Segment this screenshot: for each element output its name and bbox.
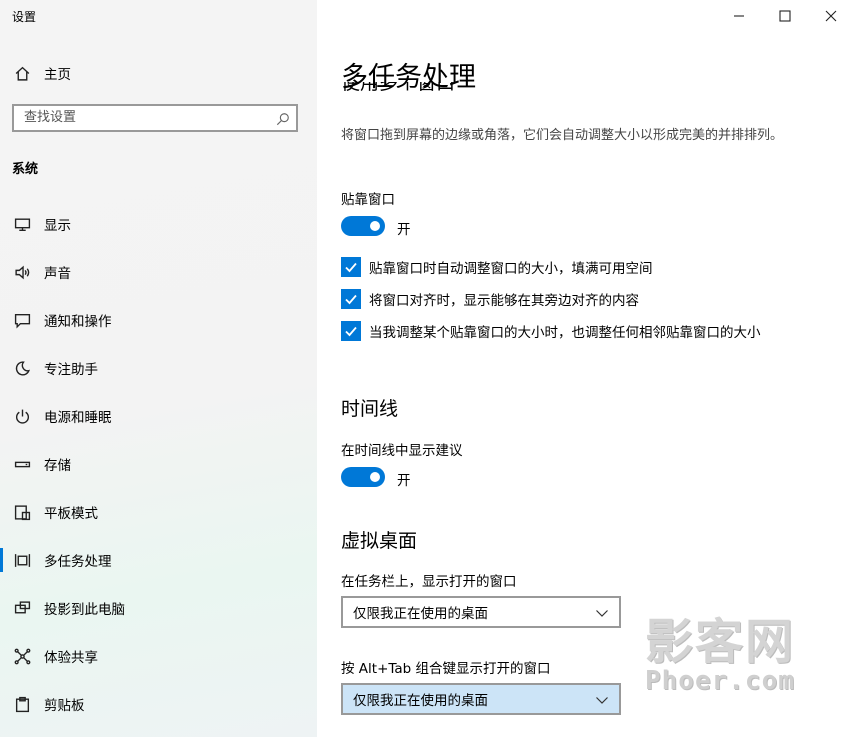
sidebar-item-label: 投影到此电脑 [44, 602, 125, 618]
sidebar-item-label: 显示 [44, 218, 71, 234]
timeline-label: 在时间线中显示建议 [341, 443, 463, 459]
timeline-toggle[interactable] [341, 467, 385, 487]
snap-toggle[interactable] [341, 216, 385, 236]
sidebar-item-notifications[interactable]: 通知和操作 [0, 300, 317, 340]
snap-option-show-next[interactable]: 将窗口对齐时，显示能够在其旁边对齐的内容 [341, 289, 639, 309]
close-button[interactable] [808, 0, 854, 32]
checkmark-icon [345, 294, 357, 305]
power-icon [12, 408, 32, 425]
snap-option-fill[interactable]: 贴靠窗口时自动调整窗口的大小，填满可用空间 [341, 257, 653, 277]
close-icon [825, 10, 837, 22]
sidebar-item-shared-experiences[interactable]: 体验共享 [0, 636, 317, 676]
section-label: 系统 [12, 162, 39, 177]
sidebar-item-label: 存储 [44, 458, 71, 474]
sidebar-item-label: 电源和睡眠 [44, 410, 112, 426]
home-icon [12, 65, 32, 82]
checkmark-icon [345, 262, 357, 273]
tablet-icon [12, 504, 32, 521]
sidebar-item-power[interactable]: 电源和睡眠 [0, 396, 317, 436]
sidebar-item-label: 平板模式 [44, 506, 98, 522]
sidebar-item-label: 主页 [44, 67, 71, 83]
sidebar-item-label: 专注助手 [44, 362, 98, 378]
dropdown-value: 仅限我正在使用的桌面 [353, 693, 488, 709]
snap-label: 贴靠窗口 [341, 192, 395, 208]
snap-option-resize-adjacent[interactable]: 当我调整某个贴靠窗口的大小时，也调整任何相邻贴靠窗口的大小 [341, 321, 761, 341]
watermark: 影客网 Phoer.com [645, 616, 815, 694]
minimize-icon [734, 15, 744, 17]
section-heading-snap: 使用多个窗口 [341, 82, 456, 94]
sidebar-item-label: 通知和操作 [44, 314, 112, 330]
chevron-down-icon [595, 693, 609, 711]
alttab-dropdown[interactable]: 仅限我正在使用的桌面 [341, 683, 621, 715]
sidebar-item-label: 体验共享 [44, 650, 98, 666]
virtual-desktops-heading: 虚拟桌面 [341, 530, 418, 552]
chevron-down-icon [595, 606, 609, 624]
maximize-icon [779, 10, 791, 22]
snap-description: 将窗口拖到屏幕的边缘或角落，它们会自动调整大小以形成完美的并排排列。 [341, 128, 784, 143]
alttab-label: 按 Alt+Tab 组合键显示打开的窗口 [341, 661, 551, 677]
notification-icon [12, 312, 32, 329]
monitor-icon [12, 216, 32, 233]
sidebar-item-tablet-mode[interactable]: 平板模式 [0, 492, 317, 532]
taskbar-dropdown[interactable]: 仅限我正在使用的桌面 [341, 596, 621, 628]
maximize-button[interactable] [762, 0, 808, 32]
checkbox-checked[interactable] [341, 321, 361, 341]
sidebar-item-clipboard[interactable]: 剪贴板 [0, 684, 317, 724]
sidebar-item-label: 剪贴板 [44, 698, 85, 714]
sidebar-item-multitasking[interactable]: 多任务处理 [0, 540, 317, 580]
clipboard-icon [12, 696, 32, 713]
snap-toggle-text: 开 [397, 222, 411, 238]
sidebar-item-label: 多任务处理 [44, 554, 112, 570]
watermark-en: Phoer.com [645, 666, 795, 696]
dropdown-value: 仅限我正在使用的桌面 [353, 606, 488, 622]
checkbox-label: 贴靠窗口时自动调整窗口的大小，填满可用空间 [369, 261, 653, 277]
timeline-toggle-text: 开 [397, 473, 411, 489]
watermark-cn: 影客网 [645, 614, 796, 670]
sidebar-item-home[interactable]: 主页 [0, 53, 317, 93]
sidebar-item-sound[interactable]: 声音 [0, 252, 317, 292]
sidebar-item-focus-assist[interactable]: 专注助手 [0, 348, 317, 388]
app-title: 设置 [12, 10, 37, 24]
sidebar: 设置 主页 系统 显示 声音 通知和操作 专注助手 [0, 0, 317, 737]
timeline-heading: 时间线 [341, 398, 399, 420]
minimize-button[interactable] [716, 0, 762, 32]
project-icon [12, 600, 32, 617]
moon-icon [12, 360, 32, 377]
speaker-icon [12, 264, 32, 281]
search-box[interactable] [12, 104, 298, 132]
share-icon [12, 648, 32, 665]
checkbox-label: 将窗口对齐时，显示能够在其旁边对齐的内容 [369, 293, 639, 309]
storage-icon [12, 456, 32, 473]
search-input[interactable] [14, 106, 274, 129]
checkbox-label: 当我调整某个贴靠窗口的大小时，也调整任何相邻贴靠窗口的大小 [369, 325, 761, 341]
taskbar-label: 在任务栏上，显示打开的窗口 [341, 574, 517, 590]
sidebar-item-label: 声音 [44, 266, 71, 282]
sidebar-item-display[interactable]: 显示 [0, 204, 317, 244]
checkbox-checked[interactable] [341, 257, 361, 277]
sidebar-item-project[interactable]: 投影到此电脑 [0, 588, 317, 628]
checkbox-checked[interactable] [341, 289, 361, 309]
checkmark-icon [345, 326, 357, 337]
multitask-icon [12, 552, 32, 569]
sidebar-item-storage[interactable]: 存储 [0, 444, 317, 484]
search-icon[interactable] [276, 111, 290, 130]
